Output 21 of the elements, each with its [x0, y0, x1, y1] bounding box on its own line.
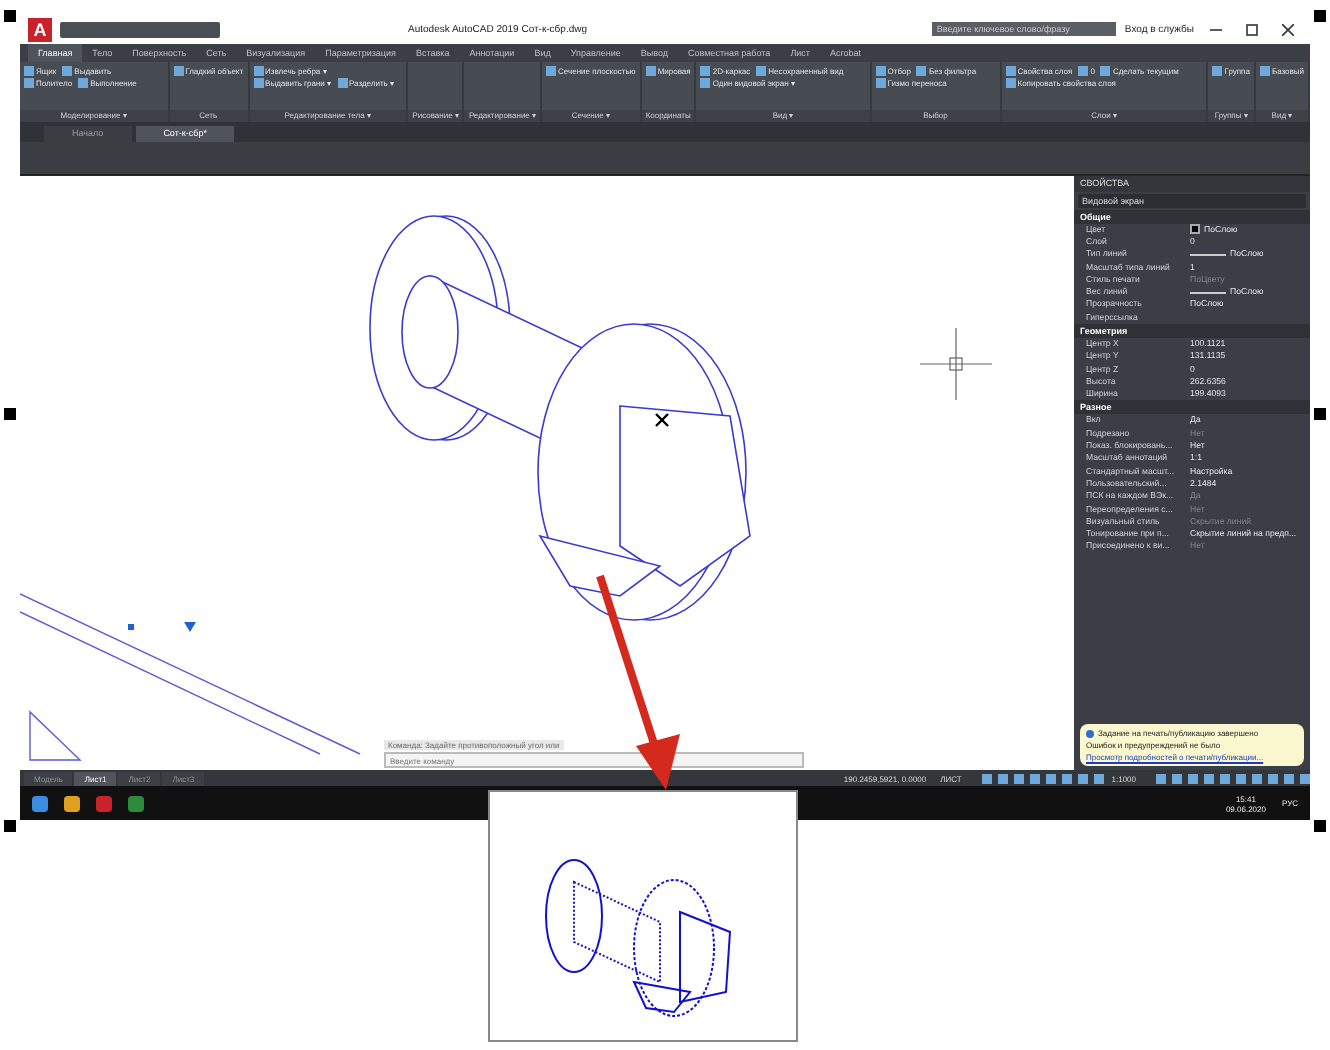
app-icon[interactable]	[128, 795, 144, 812]
minimize-icon[interactable]	[1210, 23, 1222, 36]
line-sample-icon	[1190, 291, 1226, 294]
triangle-drawing	[29, 709, 82, 760]
selection-handle[interactable]	[1314, 10, 1326, 22]
selection-handle[interactable]	[4, 408, 16, 420]
info-icon	[1086, 729, 1094, 738]
selection-handle[interactable]	[4, 820, 16, 832]
crosshair-icon	[919, 326, 993, 400]
selection-handle[interactable]	[1314, 408, 1326, 420]
quick-access-toolbar[interactable]	[60, 21, 220, 38]
selection-handle[interactable]	[1314, 820, 1326, 832]
selection-handle[interactable]	[4, 10, 16, 22]
app-logo[interactable]: A	[28, 17, 52, 42]
color-swatch-icon	[1190, 224, 1200, 235]
close-icon[interactable]	[1282, 23, 1294, 36]
x-mark-icon	[655, 412, 669, 427]
maximize-icon[interactable]	[1246, 23, 1258, 36]
line-sample-icon	[1190, 254, 1226, 256]
triangle-grip-icon[interactable]	[184, 621, 196, 632]
grip-icon[interactable]	[128, 623, 134, 630]
